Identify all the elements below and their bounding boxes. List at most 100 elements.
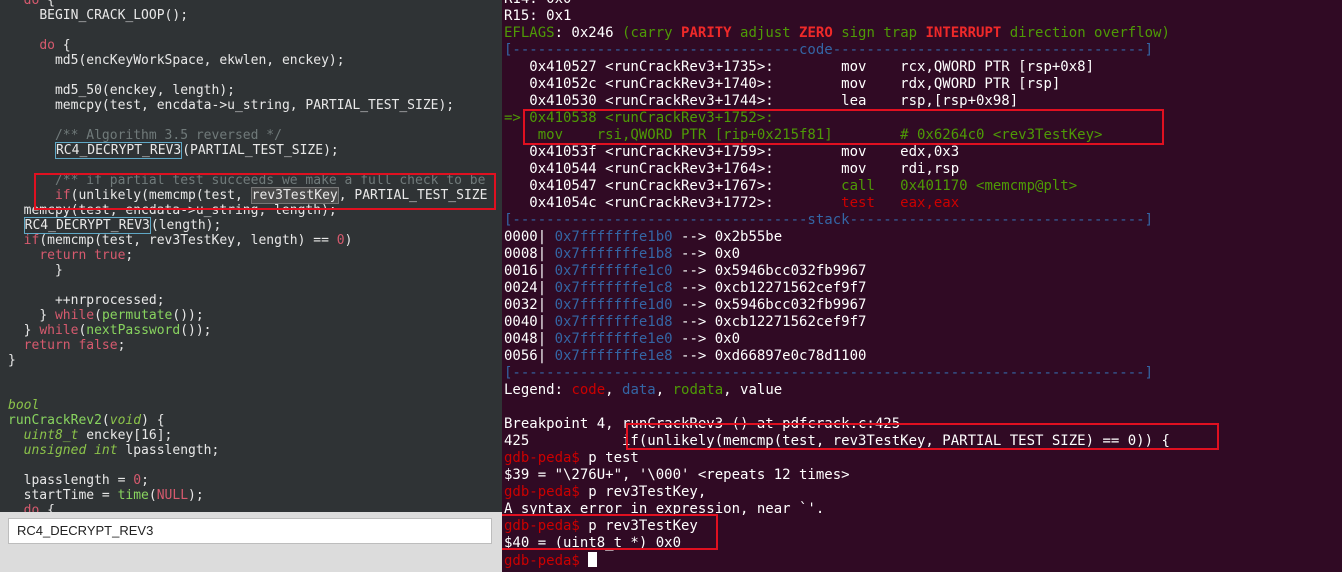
code-token: (length);: [150, 218, 222, 233]
terminal-token: data: [622, 382, 656, 398]
code-token: {: [54, 38, 71, 53]
terminal-line: 0x410527 <runCrackRev3+1735>: mov rcx,QW…: [504, 59, 1094, 76]
code-token: void: [109, 413, 142, 428]
code-token: BEGIN_CRACK_LOOP();: [39, 8, 189, 23]
code-line: }: [8, 263, 63, 278]
code-token: }: [39, 308, 55, 323]
code-token: ) {: [141, 413, 165, 428]
code-token: permutate: [101, 308, 173, 323]
terminal-line: 0000| 0x7fffffffe1b0 --> 0x2b55be: [504, 229, 782, 246]
terminal-highlight-box-code: [523, 109, 1164, 145]
terminal-line: 0040| 0x7fffffffe1d8 --> 0xcb12271562cef…: [504, 314, 866, 331]
terminal-highlight-box-result: [502, 514, 718, 550]
code-token: (: [94, 308, 102, 323]
terminal-token: 0016|: [504, 263, 555, 279]
code-token: ());: [172, 308, 204, 323]
code-line: md5(encKeyWorkSpace, ekwlen, enckey);: [8, 53, 345, 68]
terminal-token: (carry: [622, 25, 682, 41]
code-token: }: [8, 353, 16, 368]
code-editor[interactable]: do { BEGIN_CRACK_LOOP(); do { md5(encKey…: [0, 0, 502, 512]
terminal-token: , value: [723, 382, 783, 398]
terminal-cursor: [588, 552, 598, 567]
terminal-token: adjust: [731, 25, 800, 41]
terminal-token: code: [571, 382, 606, 398]
terminal-token: 0048|: [504, 331, 555, 347]
code-token: while: [54, 308, 95, 323]
code-token: true: [94, 248, 126, 263]
terminal-token: --> 0xcb12271562cef9f7: [672, 314, 867, 330]
terminal-token: gdb-peda$: [504, 484, 580, 500]
terminal-token: 0x410547 <runCrackRev3+1767>:: [504, 178, 842, 194]
code-token: do: [39, 38, 55, 53]
code-line: RC4_DECRYPT_REV3(PARTIAL_TEST_SIZE);: [8, 142, 339, 159]
terminal-token: 0x7fffffffe1d8: [554, 314, 673, 330]
code-token: (: [148, 488, 157, 503]
terminal-line: 0x410530 <runCrackRev3+1744>: lea rsp,[r…: [504, 93, 1018, 110]
code-line: lpasslength = 0;: [8, 473, 149, 488]
terminal-token: PARITY: [681, 25, 732, 41]
terminal-line: R15: 0x1: [504, 8, 571, 25]
terminal-token: Legend:: [504, 382, 572, 398]
terminal-token: INTERRUPT: [925, 25, 1002, 41]
terminal-line: gdb-peda$ p rev3TestKey,: [504, 484, 706, 501]
terminal-token: --> 0x2b55be: [672, 229, 783, 245]
code-token: unsigned int: [23, 443, 118, 458]
terminal-token: [-----------------------------------stac…: [504, 212, 1154, 228]
terminal-token: ,: [605, 382, 623, 398]
code-line: RC4_DECRYPT_REV3(length);: [8, 217, 222, 234]
terminal-line: Legend: code, data, rodata, value: [504, 382, 782, 399]
terminal-token: 0x410544 <runCrackRev3+1764>: mov rdi,rs…: [504, 161, 960, 177]
code-line: startTime = time(NULL);: [8, 488, 204, 503]
code-line: bool: [8, 398, 39, 413]
terminal-line: 0032| 0x7fffffffe1d0 --> 0x5946bcc032fb9…: [504, 297, 866, 314]
terminal-token: 0x410527 <runCrackRev3+1735>: mov rcx,QW…: [504, 59, 1095, 75]
code-token: ;: [141, 473, 149, 488]
code-token: ;: [117, 338, 126, 353]
code-token: ++nrprocessed;: [54, 293, 165, 308]
terminal-token: 0x7fffffffe1e0: [554, 331, 673, 347]
code-line: memcpy(test, encdata->u_string, PARTIAL_…: [8, 98, 454, 113]
code-token: return: [39, 248, 87, 263]
terminal-line: gdb-peda$: [504, 552, 598, 569]
terminal-line: [---------------------------------------…: [504, 365, 1153, 382]
code-token: false: [78, 338, 118, 353]
terminal-line: 0056| 0x7fffffffe1e8 --> 0xd66897e0c78d1…: [504, 348, 866, 365]
code-token: nextPassword: [86, 323, 181, 338]
terminal-line: 0008| 0x7fffffffe1b8 --> 0x0: [504, 246, 740, 263]
terminal-token: test eax,eax: [841, 195, 960, 211]
terminal-line: gdb-peda$ p test: [504, 450, 639, 467]
terminal-token: 0x41052c <runCrackRev3+1740>: mov rdx,QW…: [504, 76, 1061, 92]
code-line: }: [8, 353, 16, 368]
code-token: {: [39, 503, 55, 512]
terminal-line: EFLAGS: 0x246 (carry PARITY adjust ZERO …: [504, 25, 1170, 42]
terminal-token: 0x7fffffffe1e8: [554, 348, 673, 364]
code-line: do {: [8, 38, 71, 53]
terminal-token: 0x7fffffffe1c8: [554, 280, 673, 296]
code-line: ++nrprocessed;: [8, 293, 165, 308]
code-token: ;: [125, 248, 134, 263]
code-token: time: [117, 488, 149, 503]
code-token: 0: [336, 233, 345, 248]
code-token: 0: [133, 473, 142, 488]
gdb-terminal[interactable]: R14: 0x0R15: 0x1EFLAGS: 0x246 (carry PAR…: [502, 0, 1342, 572]
terminal-line: 0048| 0x7fffffffe1e0 --> 0x0: [504, 331, 740, 348]
code-token: runCrackRev2: [8, 413, 102, 428]
terminal-token: --> 0x0: [672, 331, 741, 347]
terminal-token: 0x410530 <runCrackRev3+1744>: lea rsp,[r…: [504, 93, 1019, 109]
terminal-token: 0x41054c <runCrackRev3+1772>:: [504, 195, 842, 211]
editor-highlight-box: [34, 173, 496, 210]
terminal-line: 0x410544 <runCrackRev3+1764>: mov rdi,rs…: [504, 161, 959, 178]
code-token: return: [23, 338, 71, 353]
code-token: RC4_DECRYPT_REV3: [23, 217, 151, 234]
code-line: return true;: [8, 248, 133, 263]
terminal-token: call 0x401170 <memcmp@plt>: [841, 178, 1078, 194]
terminal-token: --> 0x0: [672, 246, 741, 262]
code-line: return false;: [8, 338, 126, 353]
code-line: /** Algorithm 3.5 reversed */: [8, 128, 282, 143]
terminal-token: 0x7fffffffe1b8: [554, 246, 673, 262]
code-token: {: [39, 0, 55, 8]
search-input[interactable]: RC4_DECRYPT_REV3: [8, 518, 492, 544]
terminal-token: 0056|: [504, 348, 555, 364]
